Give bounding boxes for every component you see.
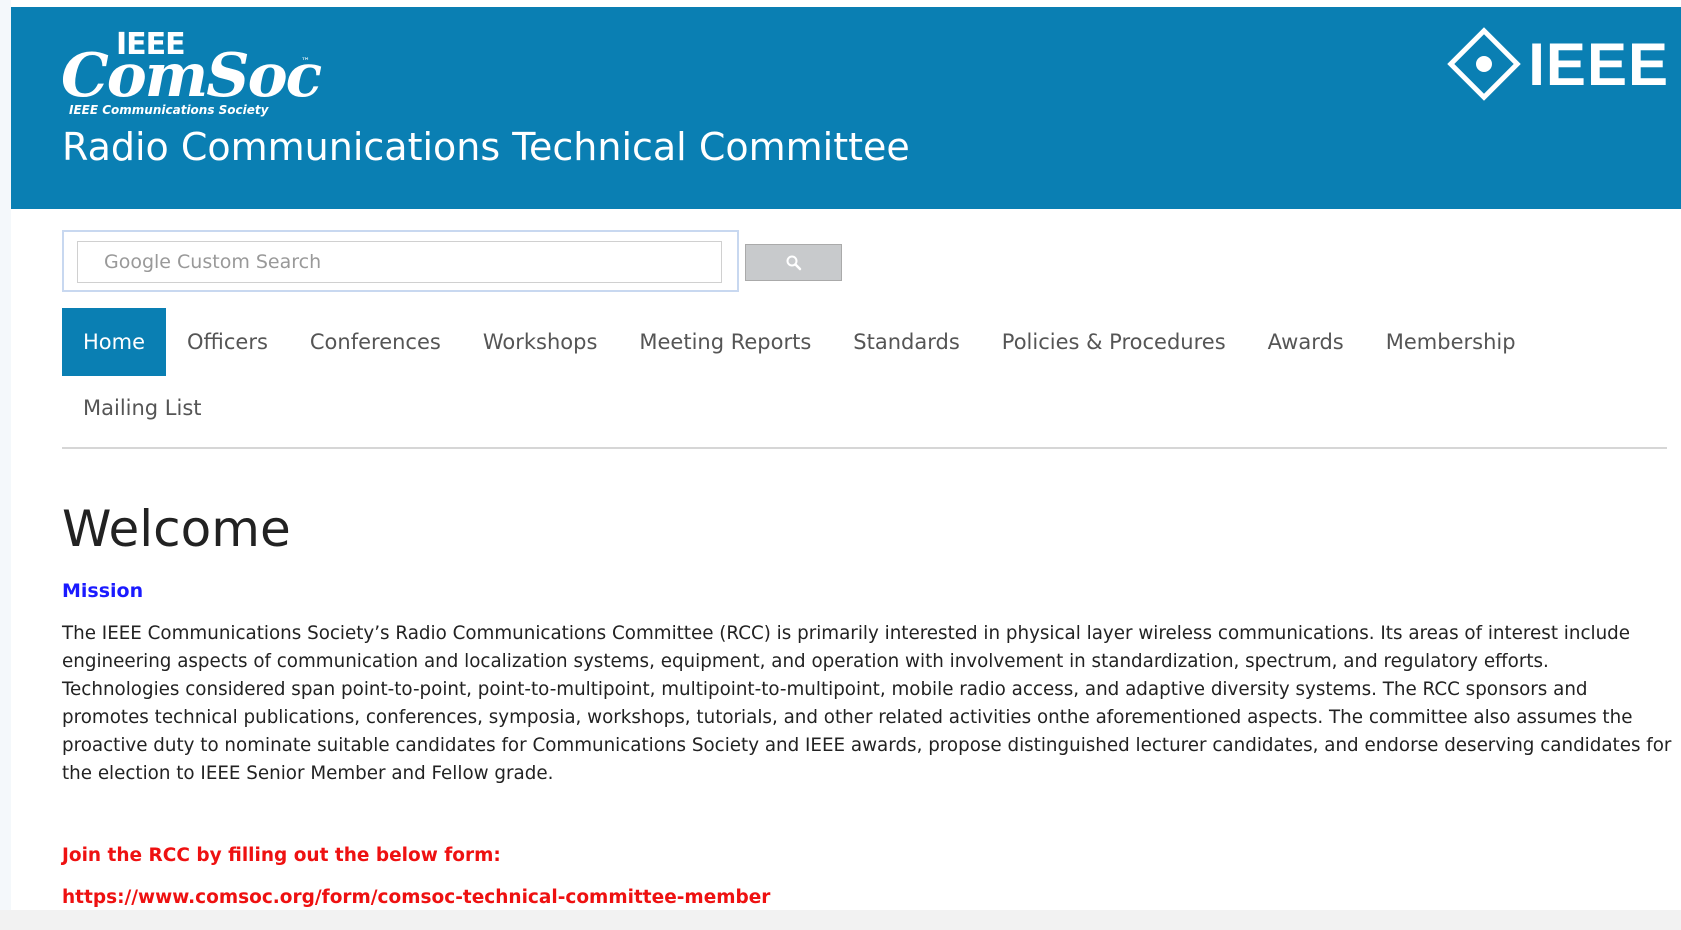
nav-divider xyxy=(62,447,1667,449)
nav-item-workshops[interactable]: Workshops xyxy=(462,308,619,376)
ieee-logo[interactable]: IEEE xyxy=(1447,27,1669,101)
ieee-logo-word: IEEE xyxy=(1528,30,1669,98)
membership-form-link[interactable]: https://www.comsoc.org/form/comsoc-techn… xyxy=(62,887,770,908)
nav-item-meeting-reports[interactable]: Meeting Reports xyxy=(618,308,832,376)
page-title: Welcome xyxy=(62,500,291,558)
search-input[interactable] xyxy=(77,241,722,283)
comsoc-logo-subtitle: IEEE Communications Society xyxy=(69,103,269,117)
search-button[interactable] xyxy=(745,244,842,281)
ieee-diamond-icon xyxy=(1447,27,1522,101)
comsoc-logo-tm: ™ xyxy=(301,57,310,67)
join-instruction: Join the RCC by filling out the below fo… xyxy=(62,845,501,866)
site-header: IEEE ComSoc ™ IEEE Communications Societ… xyxy=(11,7,1681,209)
nav-row-2: Mailing List xyxy=(62,378,1667,438)
mission-heading: Mission xyxy=(62,580,144,602)
nav-row: Home Officers Conferences Workshops Meet… xyxy=(62,308,1667,376)
bottom-edge xyxy=(0,910,1681,930)
search-icon xyxy=(786,255,801,270)
main-nav: Home Officers Conferences Workshops Meet… xyxy=(62,308,1667,438)
nav-item-standards[interactable]: Standards xyxy=(832,308,980,376)
comsoc-logo[interactable]: IEEE ComSoc ™ IEEE Communications Societ… xyxy=(61,27,322,122)
nav-item-awards[interactable]: Awards xyxy=(1247,308,1365,376)
nav-item-officers[interactable]: Officers xyxy=(166,308,289,376)
search-box xyxy=(62,230,739,292)
nav-item-conferences[interactable]: Conferences xyxy=(289,308,462,376)
site-title: Radio Communications Technical Committee xyxy=(62,125,910,169)
nav-item-membership[interactable]: Membership xyxy=(1365,308,1537,376)
comsoc-logo-word: ComSoc xyxy=(61,41,322,111)
nav-item-mailing-list[interactable]: Mailing List xyxy=(62,378,223,438)
nav-item-home[interactable]: Home xyxy=(62,308,167,376)
mission-text: The IEEE Communications Society’s Radio … xyxy=(62,623,1672,784)
page-left-margin xyxy=(0,0,11,930)
top-gap xyxy=(0,0,1681,7)
nav-item-policies-procedures[interactable]: Policies & Procedures xyxy=(981,308,1247,376)
